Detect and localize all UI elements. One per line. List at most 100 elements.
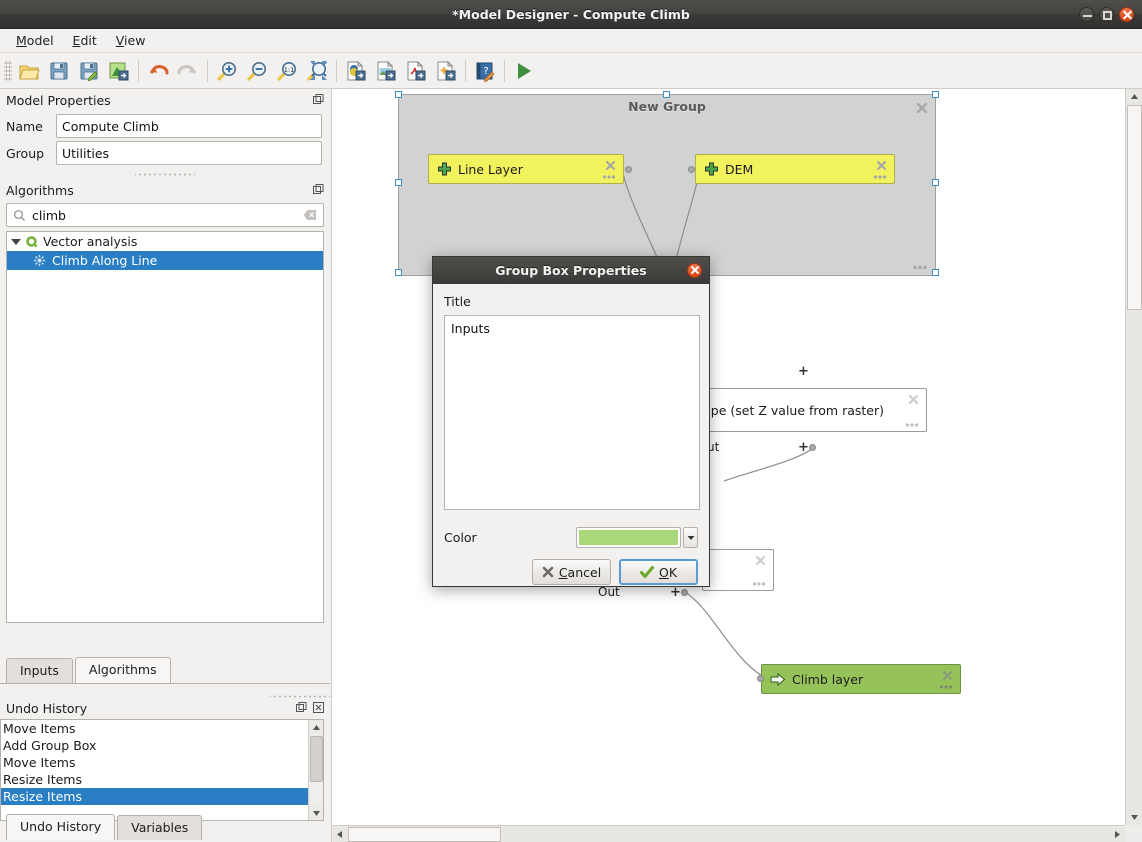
group-box-close-icon[interactable]	[916, 102, 928, 114]
run-model-button[interactable]	[509, 56, 539, 86]
selection-handle[interactable]	[932, 269, 939, 276]
node-dem[interactable]: DEM	[695, 154, 895, 184]
scroll-up-icon[interactable]	[309, 720, 323, 734]
model-name-row: Name	[6, 114, 322, 138]
selection-handle[interactable]	[395, 269, 402, 276]
zoom-full-button[interactable]	[302, 56, 332, 86]
panel-splitter[interactable]	[135, 169, 195, 179]
selection-handle[interactable]	[663, 91, 670, 98]
float-algorithms-icon[interactable]	[312, 183, 326, 197]
selection-handle[interactable]	[932, 91, 939, 98]
save-model-button[interactable]	[44, 56, 74, 86]
canvas-vertical-scroll-thumb[interactable]	[1127, 105, 1142, 310]
undo-history-scroll-thumb[interactable]	[310, 736, 323, 782]
line-layer-out-port[interactable]	[625, 166, 632, 173]
maximize-button[interactable]	[1099, 7, 1114, 22]
selection-handle[interactable]	[395, 91, 402, 98]
menu-view[interactable]: View	[108, 30, 154, 51]
dialog-body: Title Color Cancel	[433, 284, 709, 585]
float-undo-history-icon[interactable]	[295, 701, 309, 715]
drape-input-plus-icon[interactable]: +	[798, 365, 809, 378]
chevron-down-icon[interactable]	[11, 239, 21, 245]
redo-button[interactable]	[173, 56, 203, 86]
menu-model[interactable]: Model	[8, 30, 62, 51]
node-close-icon[interactable]	[876, 160, 887, 171]
zoom-in-button[interactable]	[212, 56, 242, 86]
dialog-close-button[interactable]	[687, 263, 702, 278]
color-picker-button[interactable]	[576, 527, 681, 548]
export-python-button[interactable]	[341, 56, 371, 86]
group-box-dots-icon[interactable]	[912, 265, 928, 270]
tree-item-climb-along-line[interactable]: Climb Along Line	[7, 251, 323, 270]
edit-help-button[interactable]: ?	[470, 56, 500, 86]
algorithm-search-input[interactable]	[30, 204, 303, 226]
node-close-icon[interactable]	[755, 555, 766, 566]
climb-out-plus-icon[interactable]: +	[670, 586, 681, 599]
drape-out-port[interactable]	[809, 444, 816, 451]
canvas-horizontal-scrollbar[interactable]	[332, 825, 1125, 842]
tab-algorithms[interactable]: Algorithms	[75, 657, 171, 683]
node-climb-layer[interactable]: Climb layer	[761, 664, 961, 694]
export-image-button[interactable]	[371, 56, 401, 86]
color-dropdown-button[interactable]	[683, 527, 698, 548]
history-item[interactable]: Move Items	[1, 720, 323, 737]
undo-history-list[interactable]: Move Items Add Group Box Move Items Resi…	[0, 719, 324, 821]
history-item[interactable]: Add Group Box	[1, 737, 323, 754]
canvas-scroll-up-icon[interactable]	[1126, 89, 1142, 104]
node-dots-icon[interactable]	[873, 175, 887, 179]
drape-out-plus-icon[interactable]: +	[798, 441, 809, 454]
export-svg-button[interactable]	[431, 56, 461, 86]
node-dots-icon[interactable]	[939, 685, 953, 689]
tab-variables[interactable]: Variables	[117, 815, 202, 840]
node-line-layer[interactable]: Line Layer	[428, 154, 624, 184]
float-panel-icon[interactable]	[312, 93, 326, 107]
climb-out-port[interactable]	[681, 589, 688, 596]
canvas-scroll-left-icon[interactable]	[332, 826, 347, 842]
tree-group-vector-analysis[interactable]: Vector analysis	[7, 232, 323, 251]
group-box-new-group[interactable]: New Group	[398, 94, 936, 276]
history-item[interactable]: Resize Items	[1, 771, 323, 788]
dem-out-port[interactable]	[688, 166, 695, 173]
svg-text:?: ?	[483, 66, 488, 77]
node-close-icon[interactable]	[942, 670, 953, 681]
open-model-button[interactable]	[14, 56, 44, 86]
algorithm-search-box[interactable]	[6, 203, 324, 227]
toolbar-grip[interactable]	[4, 60, 12, 82]
algorithm-tree[interactable]: Vector analysis Climb Along Line	[6, 231, 324, 623]
canvas-horizontal-scroll-thumb[interactable]	[348, 827, 501, 842]
canvas-scroll-down-icon[interactable]	[1126, 810, 1142, 825]
history-item[interactable]: Move Items	[1, 754, 323, 771]
menu-edit[interactable]: Edit	[65, 30, 105, 51]
selection-handle[interactable]	[932, 179, 939, 186]
close-button[interactable]	[1119, 7, 1134, 22]
selection-handle[interactable]	[395, 179, 402, 186]
close-undo-history-icon[interactable]	[312, 701, 326, 715]
ok-button[interactable]: OK	[619, 559, 698, 585]
model-group-input[interactable]	[56, 141, 322, 165]
node-dots-icon[interactable]	[602, 175, 616, 179]
canvas-vertical-scrollbar[interactable]	[1125, 89, 1142, 825]
undo-button[interactable]	[143, 56, 173, 86]
tab-inputs[interactable]: Inputs	[6, 658, 73, 683]
node-hidden-algorithm[interactable]	[702, 549, 774, 591]
model-name-input[interactable]	[56, 114, 322, 138]
climb-layer-in-port[interactable]	[757, 675, 764, 682]
canvas-scroll-right-icon[interactable]	[1110, 826, 1125, 842]
undo-history-scrollbar[interactable]	[308, 720, 323, 820]
minimize-button[interactable]	[1079, 7, 1094, 22]
cancel-button[interactable]: Cancel	[532, 559, 611, 585]
dialog-color-label: Color	[444, 530, 576, 545]
export-pdf-button[interactable]	[401, 56, 431, 86]
save-in-project-button[interactable]	[104, 56, 134, 86]
tab-undo-history[interactable]: Undo History	[6, 814, 115, 840]
node-dots-icon[interactable]	[752, 582, 766, 586]
history-item-selected[interactable]: Resize Items	[1, 788, 323, 805]
node-close-icon[interactable]	[908, 394, 919, 405]
node-close-icon[interactable]	[605, 160, 616, 171]
save-model-as-button[interactable]	[74, 56, 104, 86]
zoom-actual-button[interactable]: 1:1	[272, 56, 302, 86]
clear-search-icon[interactable]	[303, 209, 317, 221]
group-title-input[interactable]	[444, 315, 700, 510]
node-dots-icon[interactable]	[905, 423, 919, 427]
zoom-out-button[interactable]	[242, 56, 272, 86]
